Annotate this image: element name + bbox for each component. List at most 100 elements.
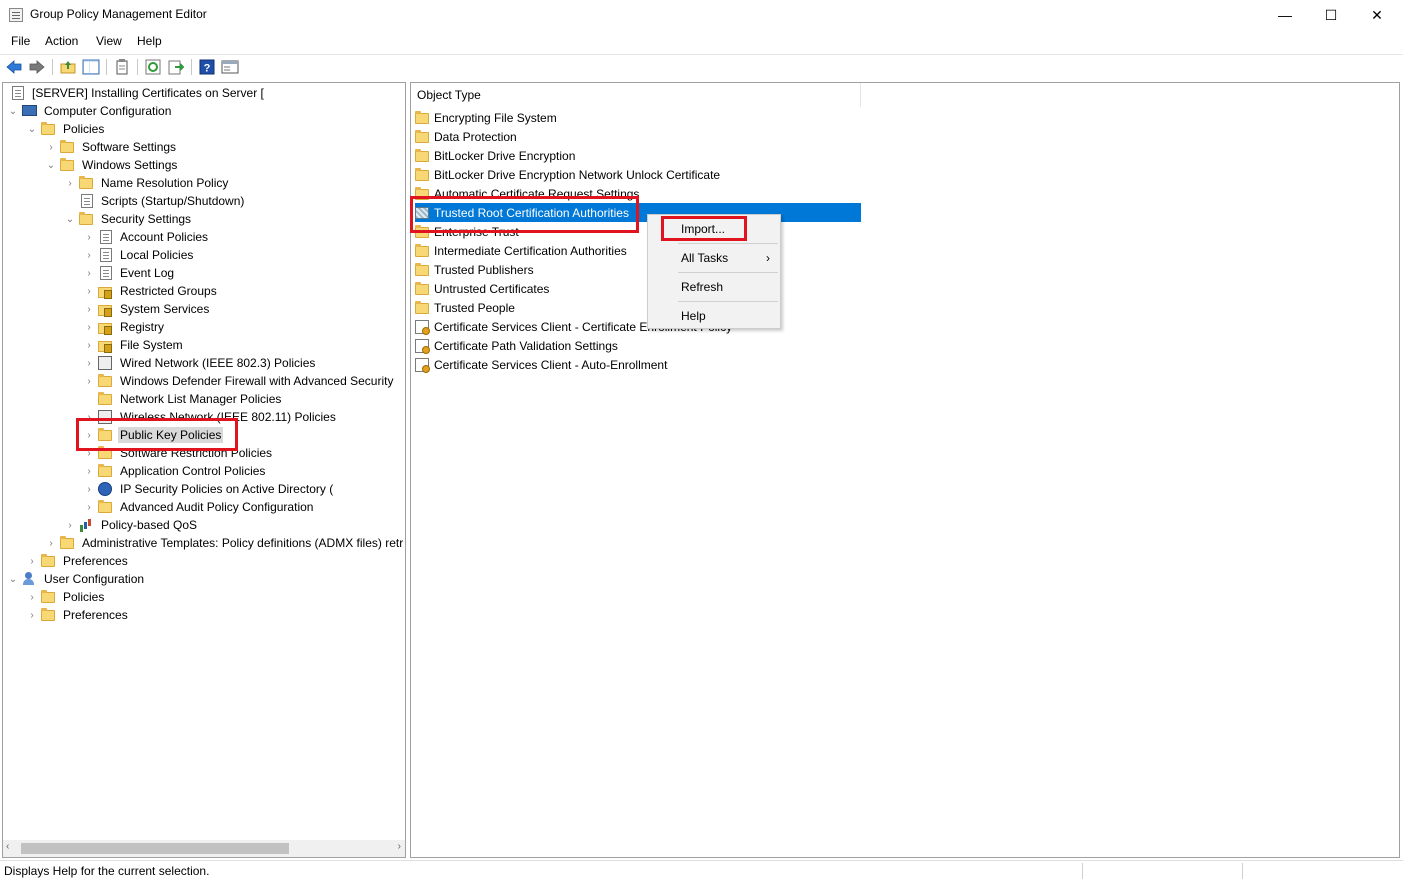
chevron-right-icon[interactable]: › [83,282,95,300]
chevron-right-icon[interactable]: › [83,372,95,390]
chevron-right-icon[interactable]: › [26,588,38,606]
tree-item-gpo-root[interactable]: [SERVER] Installing Certificates on Serv… [7,84,266,102]
console-view-icon[interactable] [221,58,239,76]
chevron-down-icon[interactable]: ⌄ [7,102,19,120]
menu-separator [678,243,778,244]
column-header-object-type[interactable]: Object Type [411,83,861,107]
folder-icon [41,590,55,603]
tree-item-policies[interactable]: ⌄ Policies [26,120,106,138]
chevron-right-icon[interactable]: › [26,606,38,624]
refresh-icon[interactable] [144,58,162,76]
list-item-trusted-people[interactable]: Trusted People [415,298,861,317]
tree-item-administrative-templates[interactable]: › Administrative Templates: Policy defin… [45,534,405,552]
list-item-bitlocker-network-unlock[interactable]: BitLocker Drive Encryption Network Unloc… [415,165,861,184]
chevron-down-icon[interactable]: ⌄ [45,156,57,174]
tree-item-scripts[interactable]: Scripts (Startup/Shutdown) [64,192,246,210]
folder-icon [60,536,74,549]
menu-item-help[interactable]: Help [648,305,780,327]
chevron-right-icon[interactable]: › [83,480,95,498]
tree-item-computer-configuration[interactable]: ⌄ Computer Configuration [7,102,173,120]
tree-item-local-policies[interactable]: › Local Policies [83,246,195,264]
menu-item-refresh[interactable]: Refresh [648,276,780,298]
forward-arrow-icon[interactable] [28,58,46,76]
folder-icon [79,212,93,225]
tree-item-label: Policy-based QoS [101,518,198,532]
list-item-bitlocker[interactable]: BitLocker Drive Encryption [415,146,861,165]
chevron-right-icon[interactable]: › [64,174,76,192]
tree-item-restricted-groups[interactable]: › Restricted Groups [83,282,219,300]
tree-item-event-log[interactable]: › Event Log [83,264,176,282]
folder-icon [98,374,112,387]
scroll-right-icon[interactable]: › [398,841,401,852]
chevron-right-icon[interactable]: › [64,516,76,534]
tree-item-advanced-audit[interactable]: › Advanced Audit Policy Configuration [83,498,315,516]
tree-item-software-settings[interactable]: › Software Settings [45,138,178,156]
tree-item-name-resolution-policy[interactable]: › Name Resolution Policy [64,174,230,192]
tree-item-security-settings[interactable]: ⌄ Security Settings [64,210,193,228]
show-hide-tree-icon[interactable] [82,58,100,76]
export-list-icon[interactable] [167,58,185,76]
tree-item-file-system[interactable]: › File System [83,336,185,354]
menu-help[interactable]: Help [137,34,162,48]
chevron-down-icon[interactable]: ⌄ [26,120,38,138]
menu-view[interactable]: View [96,34,122,48]
help-icon[interactable]: ? [198,58,216,76]
tree-item-user-policies[interactable]: › Policies [26,588,106,606]
tree-item-preferences[interactable]: › Preferences [26,552,130,570]
list-item-cert-path-validation[interactable]: Certificate Path Validation Settings [415,336,861,355]
chevron-down-icon[interactable]: ⌄ [7,570,19,588]
window-title: Group Policy Management Editor [30,7,207,21]
tree-item-ip-security[interactable]: › IP Security Policies on Active Directo… [83,480,335,498]
properties-icon[interactable] [113,58,131,76]
menu-file[interactable]: File [11,34,30,48]
close-button[interactable]: ✕ [1354,0,1400,30]
chevron-right-icon[interactable]: › [83,318,95,336]
tree-item-defender-firewall[interactable]: › Windows Defender Firewall with Advance… [83,372,395,390]
folder-icon [415,281,429,295]
back-arrow-icon[interactable] [5,58,23,76]
chevron-right-icon[interactable]: › [83,264,95,282]
menu-item-all-tasks[interactable]: All Tasks › [648,247,780,269]
chevron-right-icon[interactable]: › [83,498,95,516]
list-item-trusted-publishers[interactable]: Trusted Publishers [415,260,861,279]
chevron-right-icon[interactable]: › [83,462,95,480]
tree-item-system-services[interactable]: › System Services [83,300,211,318]
tree-item-label: Preferences [63,554,128,568]
tree-item-label: Policies [63,122,105,136]
chevron-right-icon[interactable]: › [83,246,95,264]
list-item-intermediate-ca[interactable]: Intermediate Certification Authorities [415,241,861,260]
tree-item-wired-network[interactable]: › Wired Network (IEEE 802.3) Policies [83,354,317,372]
scrollbar-thumb[interactable] [21,843,289,854]
up-folder-icon[interactable] [59,58,77,76]
tree-item-policy-based-qos[interactable]: › Policy-based QoS [64,516,199,534]
list-item-untrusted-certificates[interactable]: Untrusted Certificates [415,279,861,298]
tree-item-label: Windows Defender Firewall with Advanced … [120,374,394,388]
chevron-right-icon[interactable]: › [83,228,95,246]
list-item-auto-enrollment[interactable]: Certificate Services Client - Auto-Enrol… [415,355,861,374]
minimize-button[interactable]: — [1262,0,1308,30]
maximize-button[interactable]: ☐ [1308,0,1354,30]
list-item-data-protection[interactable]: Data Protection [415,127,861,146]
tree-item-application-control[interactable]: › Application Control Policies [83,462,267,480]
tree-item-registry[interactable]: › Registry [83,318,166,336]
chevron-right-icon[interactable]: › [26,552,38,570]
list-item-encrypting-file-system[interactable]: Encrypting File System [415,108,861,127]
tree-item-user-configuration[interactable]: ⌄ User Configuration [7,570,146,588]
tree-item-network-list-manager[interactable]: Network List Manager Policies [83,390,283,408]
menu-action[interactable]: Action [45,34,78,48]
qos-chart-icon [79,518,93,532]
chevron-down-icon[interactable]: ⌄ [64,210,76,228]
chevron-right-icon[interactable]: › [83,354,95,372]
chevron-right-icon[interactable]: › [45,534,57,552]
chevron-right-icon[interactable]: › [83,336,95,354]
horizontal-scrollbar[interactable]: ‹ › [3,840,405,857]
chevron-right-icon[interactable]: › [83,300,95,318]
chevron-right-icon[interactable]: › [45,138,57,156]
list-item-cert-enrollment-policy[interactable]: Certificate Services Client - Certificat… [415,317,861,336]
scroll-left-icon[interactable]: ‹ [6,841,9,852]
tree-item-user-preferences[interactable]: › Preferences [26,606,130,624]
console-tree-pane[interactable]: [SERVER] Installing Certificates on Serv… [2,82,406,858]
tree-item-account-policies[interactable]: › Account Policies [83,228,210,246]
tree-item-windows-settings[interactable]: ⌄ Windows Settings [45,156,179,174]
